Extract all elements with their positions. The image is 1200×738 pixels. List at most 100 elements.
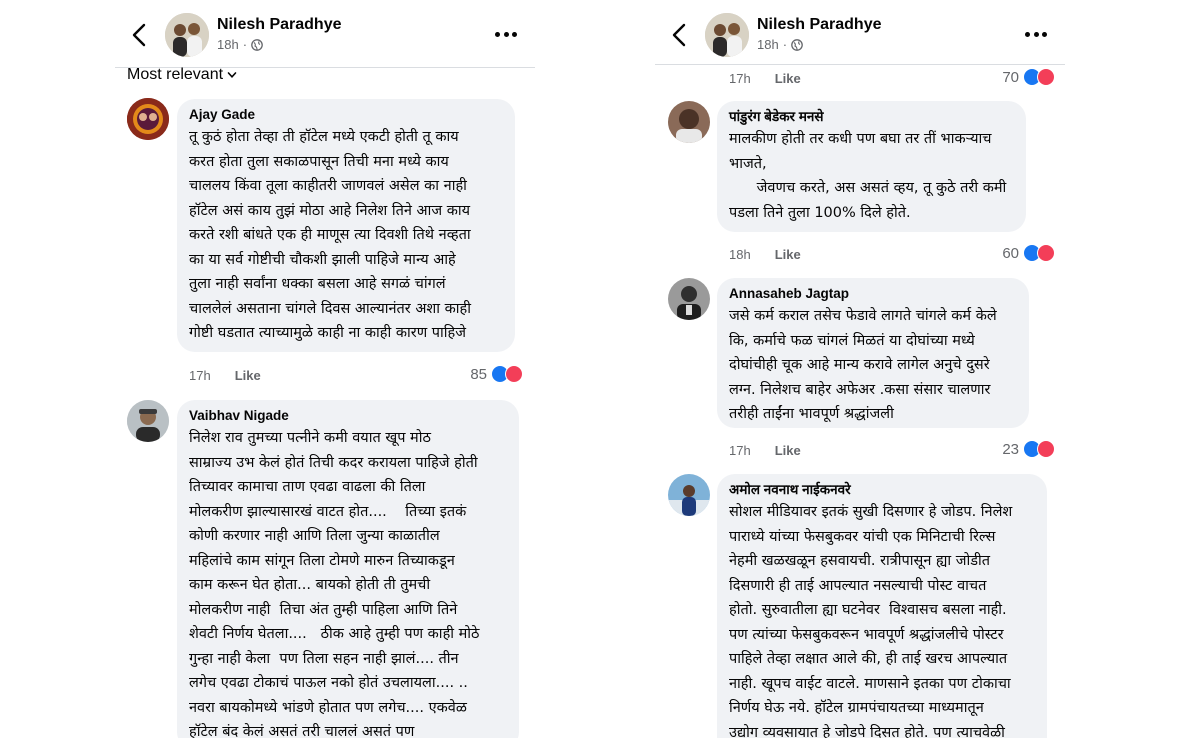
comment-line: तुला नाही सर्वांना धक्का बसला आहे सगळं च… (189, 276, 446, 292)
reaction-count: 60 (1002, 244, 1019, 262)
commenter-avatar[interactable] (127, 400, 169, 442)
reaction-count: 70 (1002, 68, 1019, 86)
comment-line: चाललेलं असताना चांगले दिवस आल्यानंतर अशा… (189, 300, 471, 317)
post-time[interactable]: 18h (757, 37, 779, 52)
comment-line: भाजते, (729, 155, 767, 172)
comment-bubble: पांडुरंग बेडेकर मनसे मालकीण होती तर कधी … (717, 101, 1026, 232)
like-button[interactable]: Like (775, 443, 801, 458)
comment-line: निर्णय घेऊ नये. हॉटेल ग्रामपंचायतच्या मा… (729, 700, 984, 716)
comment-line: हॉटेल बंद केलं असतं तरी चाललं असतं पण (189, 724, 415, 738)
back-arrow-icon[interactable] (669, 22, 691, 48)
love-reaction-icon (1037, 440, 1055, 458)
sort-dropdown[interactable]: Most relevant (127, 66, 237, 84)
comment-line: नाही. खूपच वाईट वाटले. माणसाने इतका पण ट… (729, 675, 1011, 692)
comment-line: करत होता तुला सकाळपासून तिची मना मध्ये क… (189, 153, 449, 170)
comment-line: उद्योग व्यवसायात हे जोडपे दिसत होते. पण … (729, 724, 1005, 738)
reaction-summary[interactable]: 70 (1002, 68, 1055, 86)
comment-line: मोलकरीण झाल्यासारखं वाटत होत.... तिच्या … (189, 503, 467, 520)
commenter-avatar[interactable] (668, 278, 710, 320)
comment-line: दिसणारी ही ताई आपल्यात नसल्याची पोस्ट वा… (729, 577, 987, 594)
comment-line: सोशल मीडियावर इतकं सुखी दिसणार हे जोडप. … (729, 504, 1013, 520)
author-name[interactable]: Nilesh Paradhye (757, 16, 882, 34)
like-button[interactable]: Like (775, 71, 801, 86)
reaction-count: 85 (470, 365, 487, 383)
reaction-summary[interactable]: 60 (1002, 244, 1055, 262)
comment-line: चाललय किंवा तूला काहीतरी जाणवलं असेल का … (189, 178, 467, 194)
commenter-avatar[interactable] (127, 98, 169, 140)
left-post-screen: Nilesh Paradhye 18h · Most relevant Ajay… (115, 0, 535, 738)
comment-line: होतो. सुरुवातीला ह्या घटनेवर विश्वासच बस… (729, 602, 1007, 618)
comment-bubble: Annasaheb Jagtap जसे कर्म कराल तसेच फेडा… (717, 278, 1029, 428)
comment-line: कोणी करणार नाही आणि तिला जुन्या काळातील (189, 528, 440, 544)
comment-time[interactable]: 17h (189, 368, 211, 383)
comment-line: करते रशी बांधते एक ही माणूस त्या दिवशी त… (189, 227, 471, 243)
comment-bubble: Ajay Gade तू कुठं होता तेव्हा ती हॉटेल म… (177, 99, 515, 352)
comment-line: गोष्टी घडतात त्याच्यामुळे काही ना काही क… (189, 325, 466, 341)
reaction-count: 23 (1002, 440, 1019, 458)
reaction-summary[interactable]: 23 (1002, 440, 1055, 458)
comment-bubble: अमोल नवनाथ नाईकनवरे सोशल मीडियावर इतकं स… (717, 474, 1047, 738)
globe-icon (251, 38, 263, 51)
author-avatar[interactable] (705, 13, 749, 57)
post-header: Nilesh Paradhye 18h · (115, 10, 535, 60)
commenter-name[interactable]: Annasaheb Jagtap (729, 286, 1017, 302)
comment-line: कि, कर्माचे फळ चांगलं मिळतं या दोघांच्या… (729, 332, 975, 349)
chevron-down-icon (227, 72, 237, 78)
comment-actions: 17h Like (729, 71, 801, 86)
comment-line: पाहिले तेव्हा लक्षात आले की, ही ताई खरच … (729, 651, 1008, 667)
post-meta: 18h · (757, 37, 803, 52)
love-reaction-icon (1037, 244, 1055, 262)
comment-line: साम्राज्य उभ केलं होतं तिची कदर करायला प… (189, 454, 478, 471)
comment-line: लगेच एवढा टोकाचं पाऊल नको होतं उचलायला..… (189, 675, 468, 691)
love-reaction-icon (1037, 68, 1055, 86)
comment-line: मालकीण होती तर कधी पण बघा तर तीं भाकऱ्या… (729, 131, 992, 147)
love-reaction-icon (505, 365, 523, 383)
post-header: Nilesh Paradhye 18h · (655, 10, 1065, 60)
comment-line: तू कुठं होता तेव्हा ती हॉटेल मध्ये एकटी … (189, 129, 459, 145)
comment-line: शेवटी निर्णय घेतला.... ठीक आहे तुम्ही पण… (189, 626, 480, 642)
comment-bubble: Vaibhav Nigade निलेश राव तुमच्या पत्नीने… (177, 400, 519, 738)
comment-time[interactable]: 17h (729, 71, 751, 86)
globe-icon (791, 38, 803, 51)
back-arrow-icon[interactable] (129, 22, 151, 48)
comment-line: जसे कर्म कराल तसेच फेडावे लागते चांगले क… (729, 308, 997, 324)
comment-line: तरीही ताईंना भावपूर्ण श्रद्धांजली (729, 406, 894, 422)
comment-line: निलेश राव तुमच्या पत्नीने कमी वयात खूप म… (189, 430, 431, 446)
comment-line: महिलांचे काम सांगून तिला टोमणे मारुन तिच… (189, 552, 455, 569)
header-divider (655, 64, 1065, 65)
comment-line: काम करून घेत होता... बायको होती ती तुमची (189, 577, 431, 593)
like-button[interactable]: Like (775, 247, 801, 262)
comment-line: जेवणच करते, अस असतं व्हय, तू कुठे तरी कम… (729, 180, 1007, 196)
commenter-name[interactable]: पांडुरंग बेडेकर मनसे (729, 109, 1014, 125)
comment-time[interactable]: 18h (729, 247, 751, 262)
commenter-name[interactable]: Vaibhav Nigade (189, 408, 507, 424)
author-name[interactable]: Nilesh Paradhye (217, 16, 342, 34)
more-options-icon[interactable] (495, 26, 517, 42)
comment-actions: 18h Like (729, 247, 801, 262)
comment-actions: 17h Like (189, 368, 261, 383)
comment-line: नेहमी खळखळून हसवायची. रात्रीपासून ह्या ज… (729, 553, 991, 569)
post-time[interactable]: 18h (217, 37, 239, 52)
comment-line: पाराध्ये यांच्या फेसबुकवर यांची एक मिनिट… (729, 528, 996, 545)
comment-line: का या सर्व गोष्टीची चौकशी झाली पाहिजे मा… (189, 251, 456, 268)
reaction-summary[interactable]: 85 (470, 365, 523, 383)
comment-line: तिच्यावर कामाचा ताण एवढा वाढला की तिला (189, 479, 426, 495)
author-avatar[interactable] (165, 13, 209, 57)
comment-line: लग्न. निलेशच बाहेर अफेअर .कसा संसार चालण… (729, 381, 991, 398)
like-button[interactable]: Like (235, 368, 261, 383)
commenter-avatar[interactable] (668, 474, 710, 516)
more-options-icon[interactable] (1025, 26, 1047, 42)
comment-line: पडला तिने तुला 100% दिले होते. (729, 204, 911, 221)
comment-time[interactable]: 17h (729, 443, 751, 458)
commenter-avatar[interactable] (668, 101, 710, 143)
comment-line: दोघांचीही चूक आहे मान्य करावे लागेल अनुच… (729, 357, 990, 373)
comment-line: मोलकरीण नाही तिचा अंत तुम्ही पाहिला आणि … (189, 601, 458, 618)
comment-line: नवरा बायकोमध्ये भांडणे होतात पण लगेच....… (189, 699, 467, 716)
comment-line: गुन्हा नाही केला पण तिला सहन नाही झालं..… (189, 650, 459, 667)
post-meta: 18h · (217, 37, 263, 52)
meta-separator: · (242, 37, 248, 52)
sort-label: Most relevant (127, 66, 224, 83)
comment-line: हॉटेल असं काय तुझं मोठा आहे निलेश तिने आ… (189, 202, 471, 219)
commenter-name[interactable]: अमोल नवनाथ नाईकनवरे (729, 482, 1035, 498)
commenter-name[interactable]: Ajay Gade (189, 107, 503, 123)
